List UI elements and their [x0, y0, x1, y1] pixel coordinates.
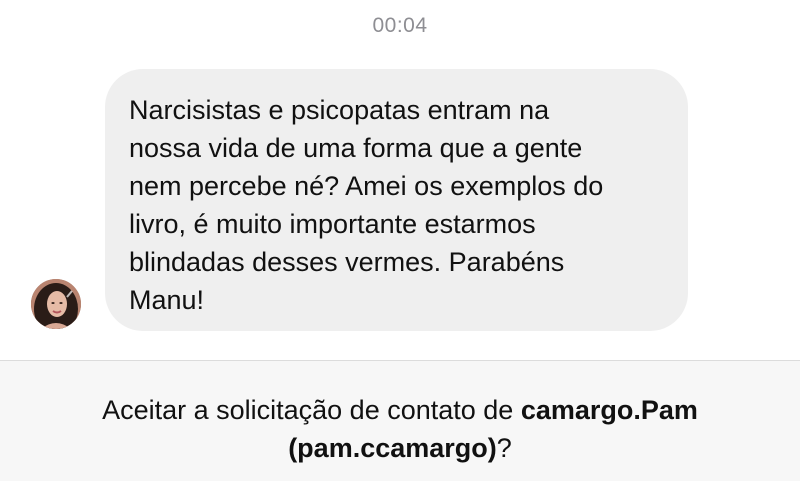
request-prefix: Aceitar a solicitação de contato de	[102, 395, 521, 425]
message-timestamp: 00:04	[372, 14, 428, 37]
sender-avatar[interactable]	[31, 279, 81, 329]
message-bubble[interactable]: Narcisistas e psicopatas entram na nossa…	[105, 69, 688, 331]
request-suffix: ?	[496, 433, 512, 463]
profile-photo-icon	[31, 279, 81, 329]
request-username[interactable]: (pam.ccamargo)	[288, 433, 497, 463]
contact-request-prompt: Aceitar a solicitação de contato de cama…	[0, 391, 800, 467]
contact-request-panel: Aceitar a solicitação de contato de cama…	[0, 361, 800, 481]
request-display-name[interactable]: camargo.Pam	[521, 395, 698, 425]
message-text: Narcisistas e psicopatas entram na nossa…	[129, 95, 604, 315]
dm-thread-screen: 00:04 Narcisistas e psicopatas entram na…	[0, 0, 800, 481]
message-row: Narcisistas e psicopatas entram na nossa…	[0, 69, 800, 331]
